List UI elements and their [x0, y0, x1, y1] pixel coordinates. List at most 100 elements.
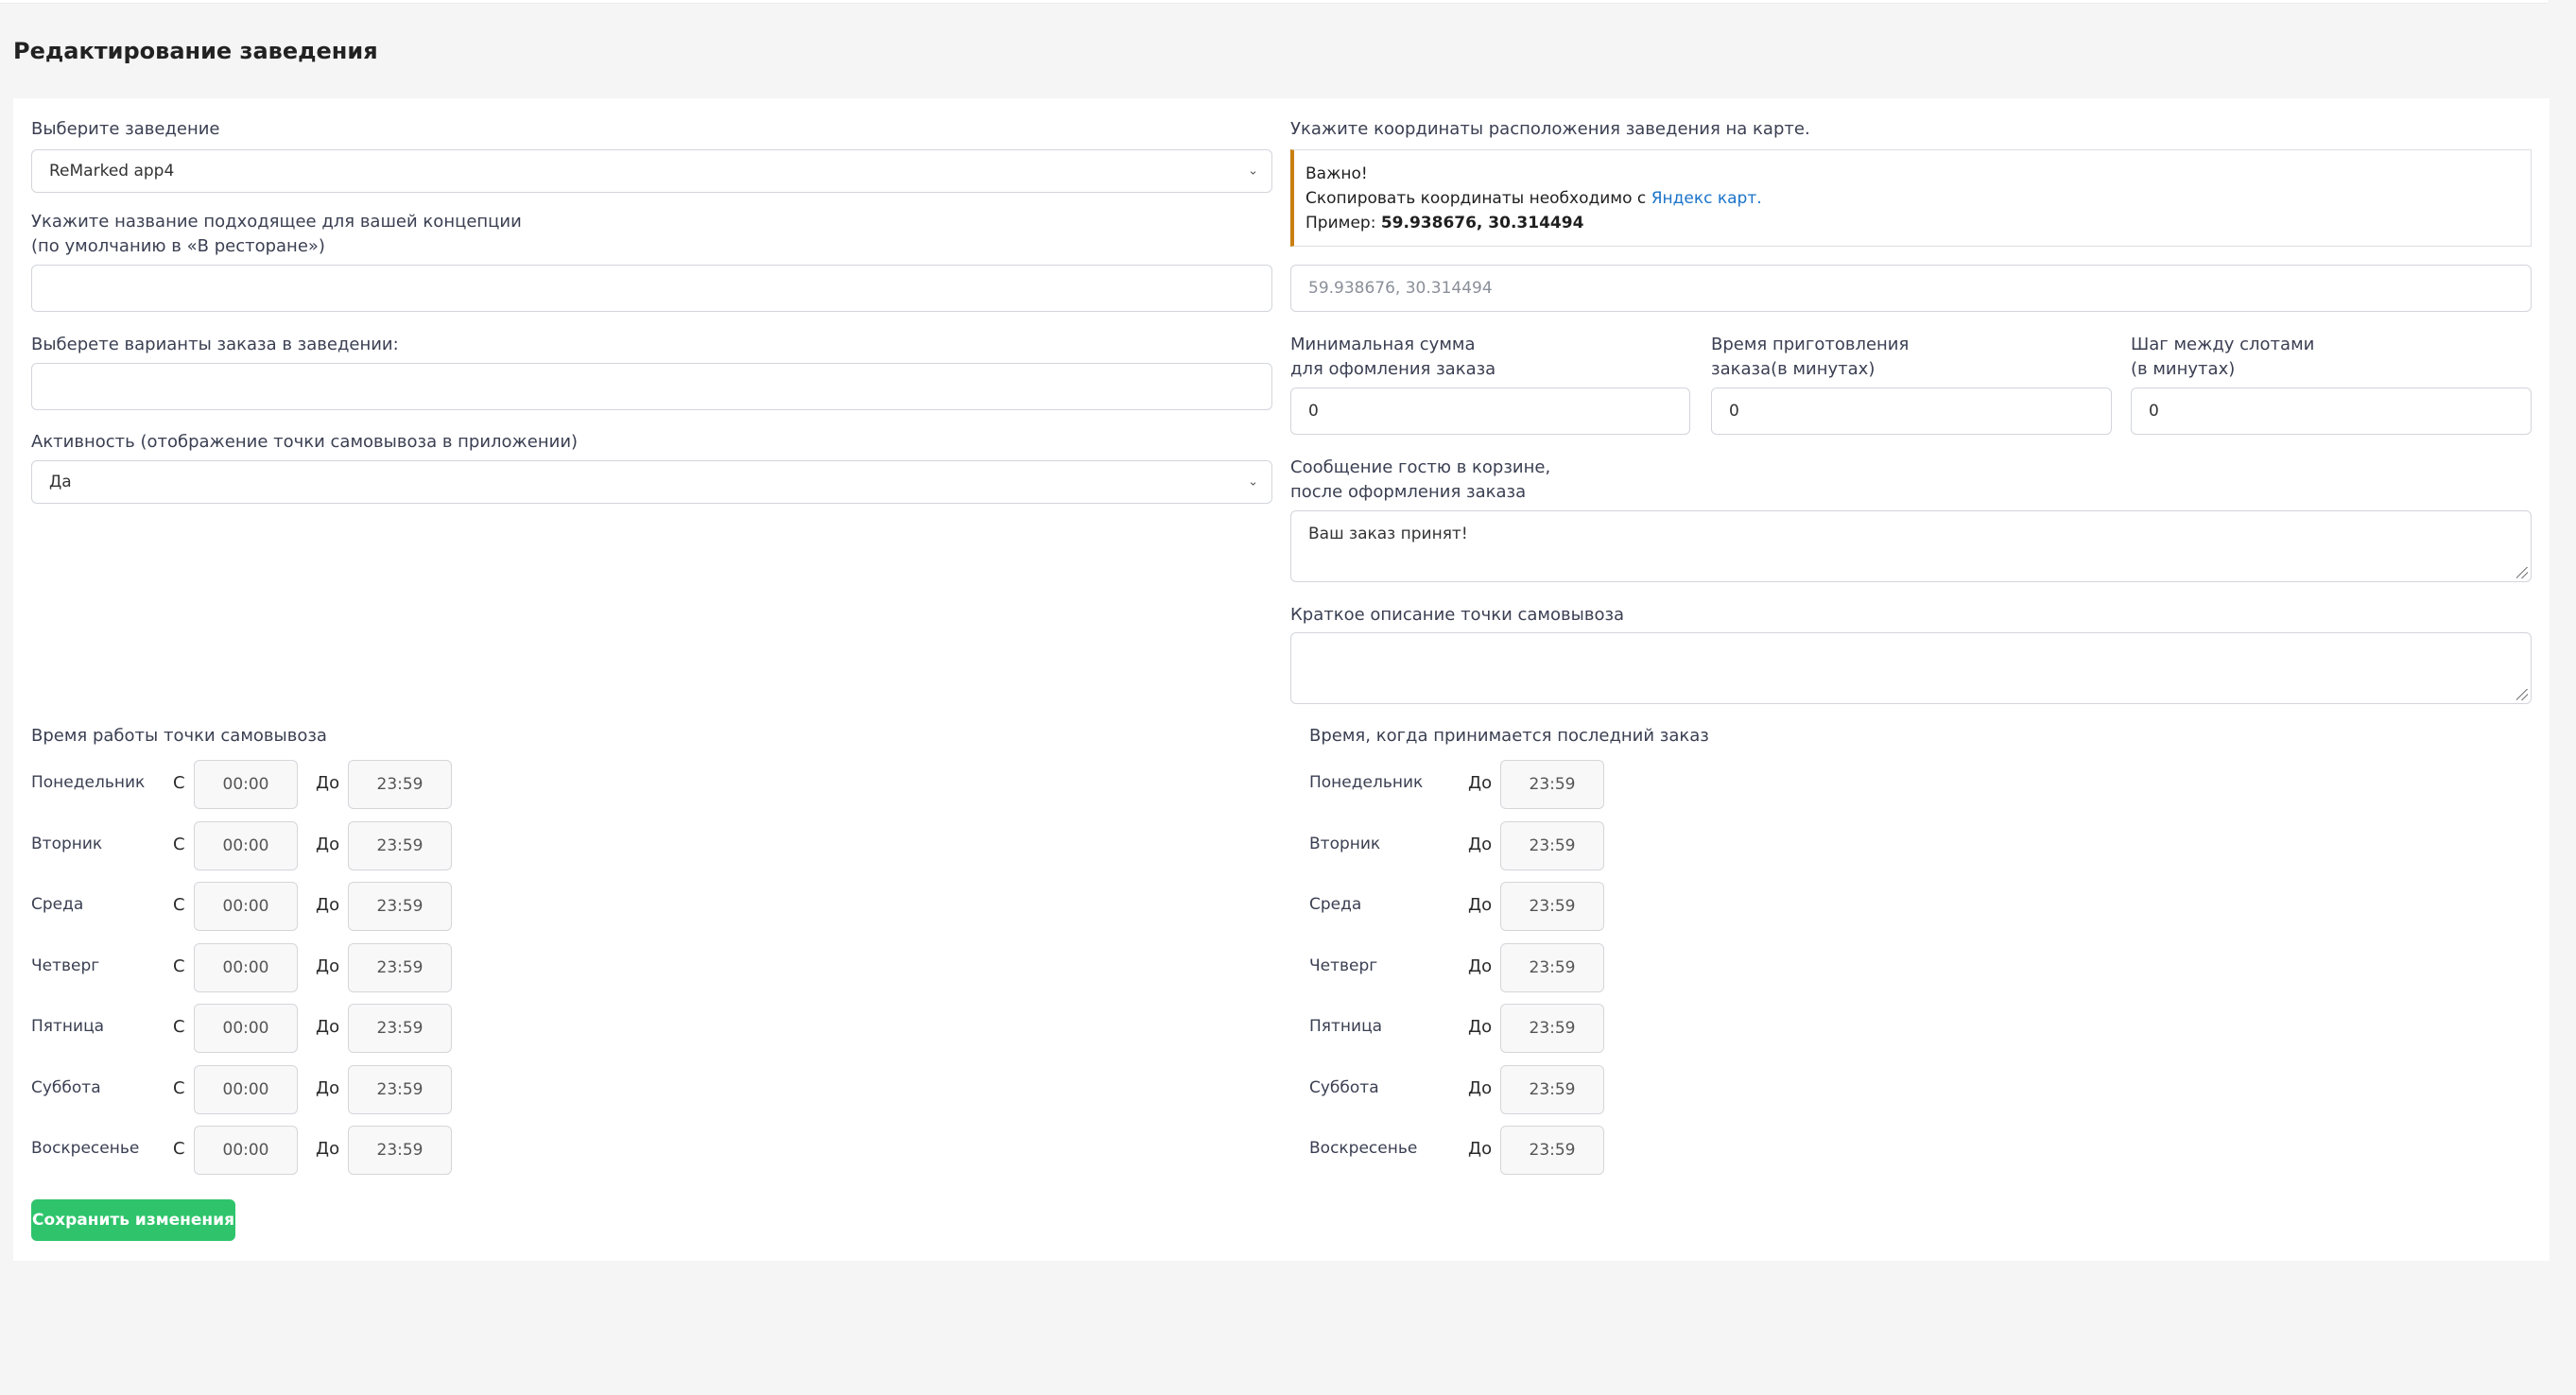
concept-label-line2: (по умолчанию в «В ресторане»)	[31, 236, 325, 256]
guest-msg-label-line2: после оформления заказа	[1290, 482, 1527, 502]
last-order-time-input[interactable]: 23:59	[1500, 1126, 1604, 1175]
concept-name-input[interactable]	[31, 265, 1272, 312]
day-label: Пятница	[31, 1017, 105, 1036]
from-label: С	[173, 1139, 185, 1159]
venue-select-label: Выберите заведение	[31, 119, 220, 139]
close-time-input[interactable]: 23:59	[348, 1064, 452, 1114]
activity-label: Активность (отображение точки самовывоза…	[31, 432, 579, 452]
to-label: До	[316, 834, 340, 854]
open-time-input[interactable]: 00:00	[194, 882, 298, 931]
from-label: С	[173, 834, 185, 854]
slot-step-label-line1: Шаг между слотами	[2131, 335, 2315, 354]
working-hours-title: Время работы точки самовывоза	[31, 726, 327, 746]
close-time-input[interactable]: 23:59	[348, 1126, 452, 1175]
resize-grip-icon[interactable]	[2516, 567, 2528, 578]
day-label: Среда	[31, 895, 84, 914]
to-label: До	[316, 956, 340, 976]
from-label: С	[173, 895, 185, 915]
close-time-input[interactable]: 23:59	[348, 942, 452, 992]
last-order-title: Время, когда принимается последний заказ	[1309, 726, 1709, 746]
open-time-input[interactable]: 00:00	[194, 760, 298, 809]
last-order-time-input[interactable]: 23:59	[1500, 760, 1604, 809]
min-sum-label-line2: для офомления заказа	[1290, 359, 1496, 379]
alert-example: Пример: 59.938676, 30.314494	[1305, 214, 1584, 232]
chevron-down-icon: ⌄	[1248, 164, 1258, 179]
prep-time-label-line2: заказа(в минутах)	[1711, 359, 1876, 379]
open-time-input[interactable]: 00:00	[194, 820, 298, 870]
close-time-input[interactable]: 23:59	[348, 1004, 452, 1053]
chevron-down-icon: ⌄	[1248, 474, 1258, 490]
activity-select-value: Да	[49, 473, 72, 491]
edit-venue-form: Выберите заведение ReMarked app4 ⌄ Укажи…	[13, 98, 2550, 1261]
coords-input[interactable]: 59.938676, 30.314494	[1290, 265, 2532, 312]
open-time-input[interactable]: 00:00	[194, 1126, 298, 1175]
short-description-textarea[interactable]	[1290, 632, 2532, 704]
page-title: Редактирование заведения	[13, 38, 378, 64]
guest-message-value: Ваш заказ принят!	[1308, 525, 1468, 543]
guest-message-textarea[interactable]: Ваш заказ принят!	[1290, 510, 2532, 582]
activity-select[interactable]: Да ⌄	[31, 460, 1272, 504]
to-label: До	[1468, 1077, 1493, 1098]
day-label: Суббота	[1309, 1077, 1379, 1097]
prep-time-label-line1: Время приготовления	[1711, 335, 1910, 354]
to-label: До	[1468, 1139, 1493, 1159]
alert-title: Важно!	[1305, 164, 1368, 183]
to-label: До	[316, 1077, 340, 1098]
to-label: До	[316, 1017, 340, 1037]
from-label: С	[173, 773, 185, 793]
to-label: До	[1468, 956, 1493, 976]
order-types-label: Выберете варианты заказа в заведении:	[31, 335, 399, 354]
to-label: До	[1468, 1017, 1493, 1037]
open-time-input[interactable]: 00:00	[194, 942, 298, 992]
min-sum-input[interactable]: 0	[1290, 388, 1690, 435]
day-label: Четверг	[31, 956, 100, 975]
min-sum-label-line1: Минимальная сумма	[1290, 335, 1476, 354]
last-order-time-input[interactable]: 23:59	[1500, 942, 1604, 992]
day-label: Четверг	[1309, 956, 1378, 975]
last-order-time-input[interactable]: 23:59	[1500, 882, 1604, 931]
to-label: До	[1468, 773, 1493, 793]
to-label: До	[1468, 895, 1493, 915]
concept-label-line1: Укажите название подходящее для вашей ко…	[31, 212, 522, 232]
to-label: До	[316, 1139, 340, 1159]
open-time-input[interactable]: 00:00	[194, 1064, 298, 1114]
day-label: Воскресенье	[1309, 1139, 1418, 1158]
slot-step-input[interactable]: 0	[2131, 388, 2532, 435]
short-desc-label: Краткое описание точки самовывоза	[1290, 605, 1625, 625]
yandex-maps-link[interactable]: Яндекс карт.	[1651, 189, 1762, 208]
prep-time-input[interactable]: 0	[1711, 388, 2112, 435]
day-label: Вторник	[31, 834, 103, 853]
day-label: Понедельник	[31, 773, 146, 792]
alert-example-value: 59.938676, 30.314494	[1380, 214, 1584, 232]
last-order-time-input[interactable]: 23:59	[1500, 820, 1604, 870]
venue-select-value: ReMarked app4	[49, 162, 175, 181]
resize-grip-icon[interactable]	[2516, 689, 2528, 700]
day-label: Суббота	[31, 1077, 101, 1097]
to-label: До	[316, 773, 340, 793]
venue-select[interactable]: ReMarked app4 ⌄	[31, 149, 1272, 193]
guest-msg-label-line1: Сообщение гостю в корзине,	[1290, 457, 1551, 477]
day-label: Понедельник	[1309, 773, 1424, 792]
close-time-input[interactable]: 23:59	[348, 882, 452, 931]
close-time-input[interactable]: 23:59	[348, 760, 452, 809]
slot-step-label-line2: (в минутах)	[2131, 359, 2236, 379]
day-label: Пятница	[1309, 1017, 1383, 1036]
order-types-input[interactable]	[31, 363, 1272, 410]
coords-label: Укажите координаты расположения заведени…	[1290, 119, 1810, 139]
save-button[interactable]: Сохранить изменения	[31, 1199, 235, 1241]
day-label: Вторник	[1309, 834, 1381, 853]
day-label: Воскресенье	[31, 1139, 140, 1158]
day-label: Среда	[1309, 895, 1362, 914]
from-label: С	[173, 956, 185, 976]
close-time-input[interactable]: 23:59	[348, 820, 452, 870]
to-label: До	[1468, 834, 1493, 854]
open-time-input[interactable]: 00:00	[194, 1004, 298, 1053]
top-bar	[0, 0, 2548, 4]
to-label: До	[316, 895, 340, 915]
from-label: С	[173, 1017, 185, 1037]
coords-info-alert: Важно! Скопировать координаты необходимо…	[1290, 149, 2532, 247]
from-label: С	[173, 1077, 185, 1098]
last-order-time-input[interactable]: 23:59	[1500, 1064, 1604, 1114]
alert-text: Скопировать координаты необходимо с Янде…	[1305, 189, 1762, 208]
last-order-time-input[interactable]: 23:59	[1500, 1004, 1604, 1053]
